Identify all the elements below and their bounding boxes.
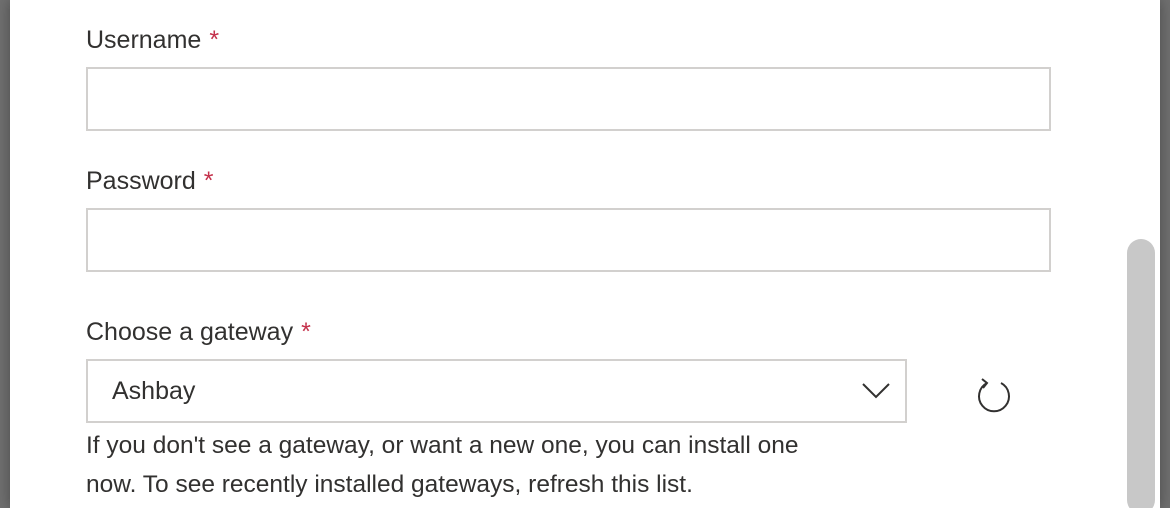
chevron-down-icon	[862, 383, 890, 399]
gateway-label: Choose a gateway *	[86, 318, 311, 346]
gateway-dropdown[interactable]: Ashbay	[86, 359, 907, 423]
scrollbar-thumb[interactable]	[1127, 239, 1155, 508]
password-input[interactable]	[86, 208, 1051, 272]
help-line: now. To see recently installed gateways,…	[86, 471, 693, 498]
required-marker: *	[301, 318, 311, 346]
password-label: Password *	[86, 167, 214, 195]
help-line: If you don't see a gateway, or want a ne…	[86, 432, 799, 459]
username-label: Username *	[86, 26, 220, 54]
gateway-selected-value: Ashbay	[112, 377, 196, 405]
username-input[interactable]	[86, 67, 1051, 131]
connection-dialog: Username * Password * Choose a gateway * As…	[10, 0, 1160, 508]
refresh-icon[interactable]	[974, 375, 1014, 415]
gateway-help-text: If you don't see a gateway, or want a ne…	[86, 426, 906, 504]
required-marker: *	[203, 167, 214, 195]
required-marker: *	[209, 26, 220, 54]
